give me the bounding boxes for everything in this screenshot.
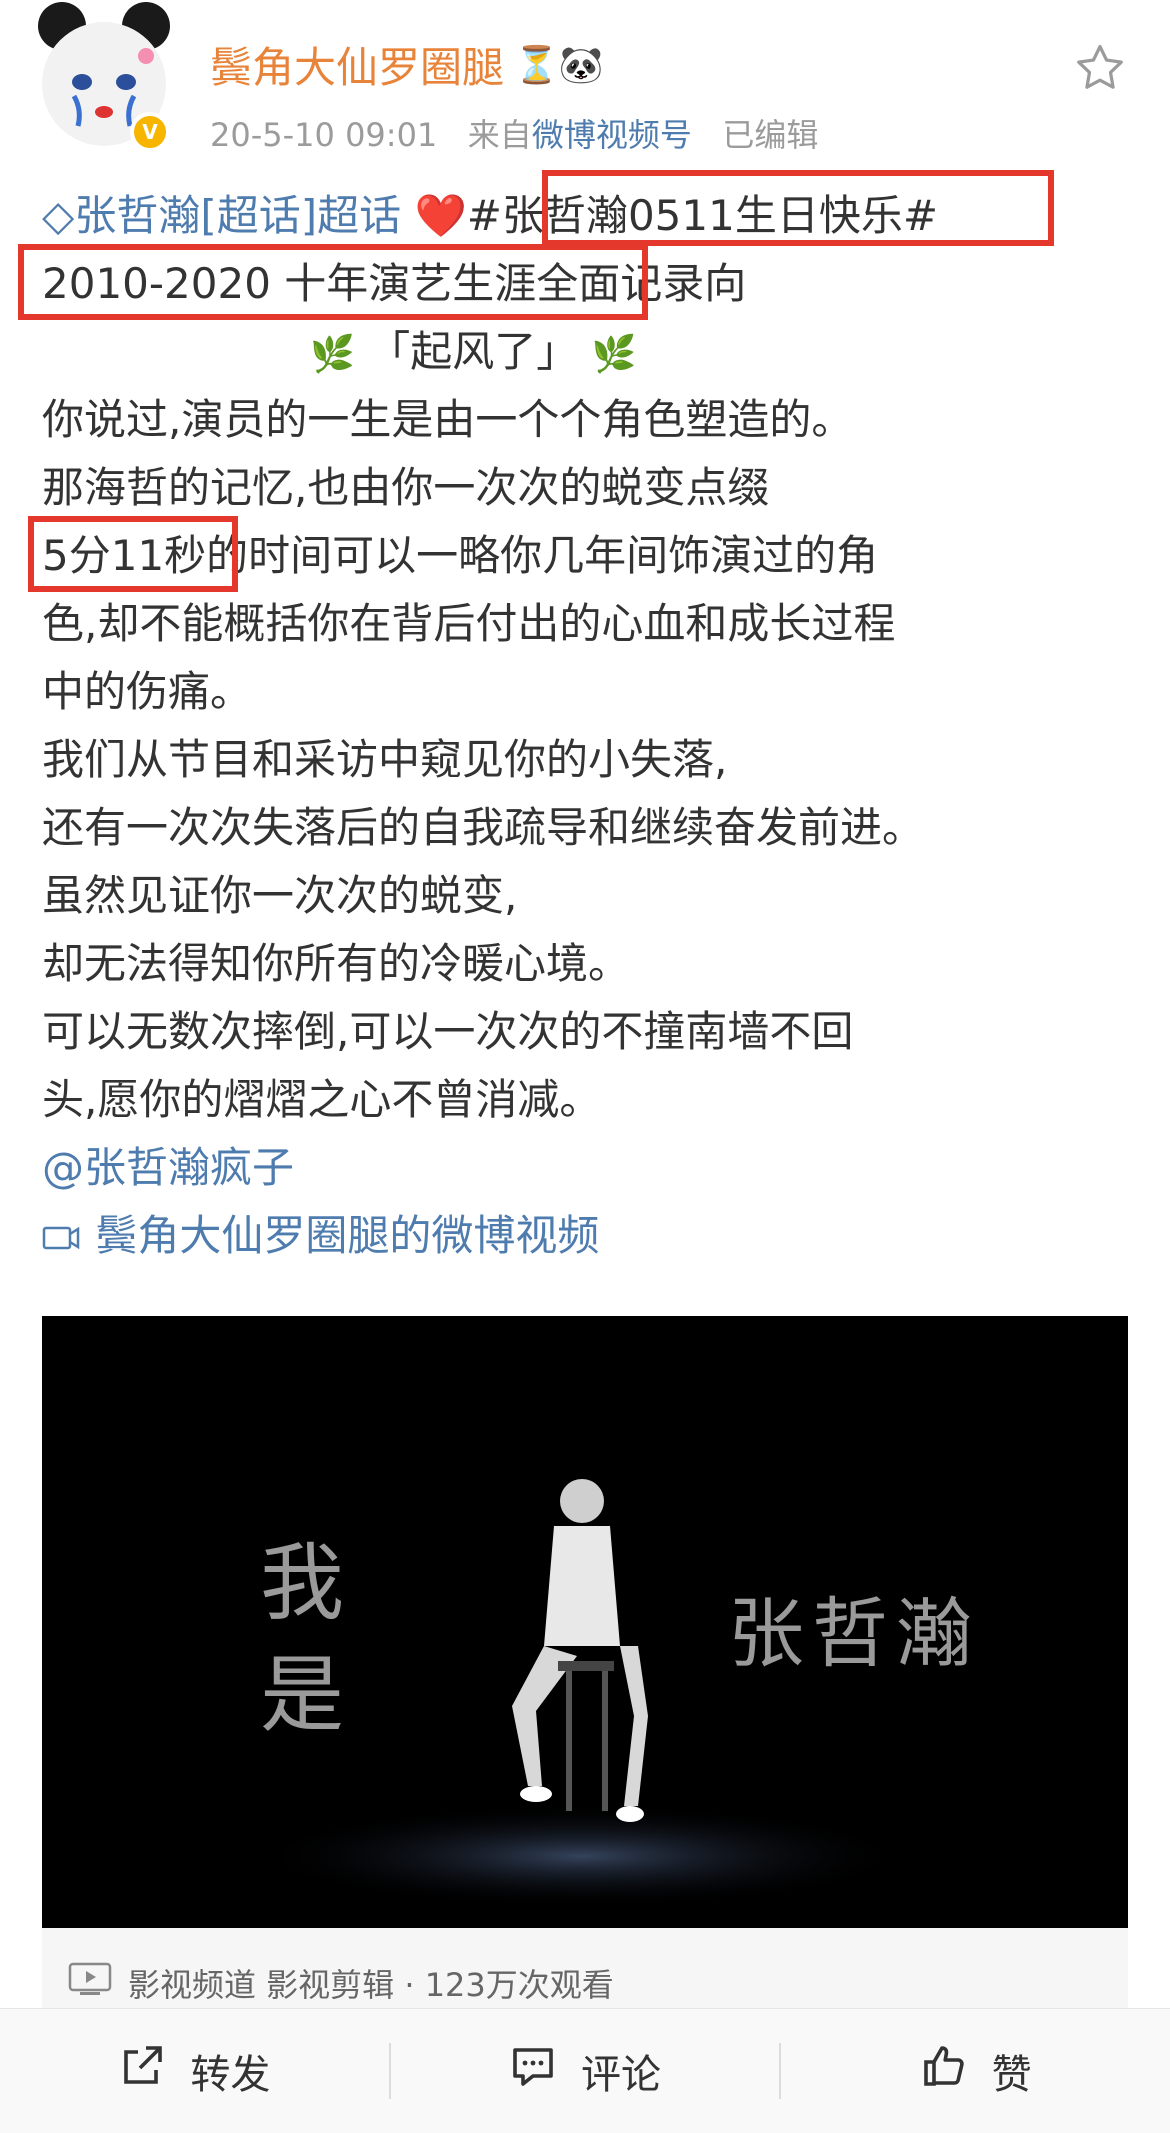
body-line-rest: 的时间可以一略你几年间饰演过的角 xyxy=(206,531,879,580)
line-song-title: 🌿 「起风了」 🌿 xyxy=(42,318,1142,386)
video-player[interactable]: 我 是 张哲瀚 xyxy=(42,1316,1128,1928)
supertopic-link[interactable]: 张哲瀚[超话]超话 xyxy=(74,191,401,240)
from-label: 来自 xyxy=(467,116,532,154)
post-body: ◇张哲瀚[超话]超话 ❤️#张哲瀚0511生日快乐# 2010-2020 十年演… xyxy=(18,170,1142,1270)
leaf-icon: 🌿 xyxy=(591,334,637,375)
video-meta-text: 影视频道 影视剪辑 · 123万次观看 xyxy=(128,1966,614,2004)
video-camera-icon xyxy=(42,1211,95,1260)
share-icon xyxy=(118,2042,166,2100)
supertopic-icon: ◇ xyxy=(42,191,75,240)
body-line: 可以无数次摔倒,可以一次次的不撞南墙不回 xyxy=(42,1007,854,1056)
line-topic: ◇张哲瀚[超话]超话 ❤️#张哲瀚0511生日快乐# xyxy=(42,170,1142,250)
play-icon xyxy=(68,1962,112,2004)
thumbs-up-icon xyxy=(920,2042,968,2100)
verified-badge: V xyxy=(130,112,170,152)
video-link-line[interactable]: 鬓角大仙罗圈腿的微博视频 xyxy=(42,1202,1142,1270)
body-line: 我们从节目和采访中窥见你的小失落, xyxy=(42,735,728,784)
body-line: 还有一次次失落后的自我疏导和继续奋发前进。 xyxy=(42,803,925,852)
body-line: 色,却不能概括你在背后付出的心血和成长过程 xyxy=(42,599,896,648)
duration-text: 5分11秒 xyxy=(42,531,207,580)
username-emojis: ⏳🐼 xyxy=(514,44,604,86)
body-line: 头,愿你的熠熠之心不曾消减。 xyxy=(42,1075,602,1124)
comment-icon xyxy=(509,2042,557,2100)
like-label: 赞 xyxy=(991,2052,1032,2098)
video-link[interactable]: 鬓角大仙罗圈腿的微博视频 xyxy=(95,1211,599,1260)
like-button[interactable]: 赞 xyxy=(781,2009,1170,2133)
action-toolbar: 转发 评论 赞 xyxy=(0,2008,1170,2133)
hashtag[interactable]: #张哲瀚0511生日快乐# xyxy=(467,191,938,240)
heart-emoji: ❤️ xyxy=(414,191,467,240)
body-line: 你说过,演员的一生是由一个个角色塑造的。 xyxy=(42,395,854,444)
post-source[interactable]: 微博视频号 xyxy=(532,116,692,154)
video-left-text-1: 我 xyxy=(260,1534,345,1632)
video-left-text-2: 是 xyxy=(260,1646,345,1744)
body-line: 虽然见证你一次次的蜕变, xyxy=(42,871,518,920)
song-title: 「起风了」 xyxy=(368,327,579,376)
mention-link[interactable]: @张哲瀚疯子 xyxy=(42,1134,1142,1202)
edited-label: 已编辑 xyxy=(722,116,819,154)
comment-label: 评论 xyxy=(581,2052,661,2098)
star-icon[interactable] xyxy=(1072,40,1128,96)
comment-button[interactable]: 评论 xyxy=(391,2009,780,2133)
post-time: 20-5-10 09:01 xyxy=(210,116,438,154)
line-subtitle: 2010-2020 十年演艺生涯全面记录向 xyxy=(18,244,1142,320)
username-text[interactable]: 鬓角大仙罗圈腿 xyxy=(210,34,504,95)
body-line: 中的伤痛。 xyxy=(42,667,253,716)
body-line: 那海哲的记忆,也由你一次次的蜕变点缀 xyxy=(42,463,770,512)
body-line-duration: 5分11秒的时间可以一略你几年间饰演过的角 xyxy=(28,516,1142,592)
subtitle-text: 2010-2020 十年演艺生涯全面记录向 xyxy=(42,259,747,308)
weibo-post-page: V 鬓角大仙罗圈腿 ⏳🐼 20-5-10 09:01 来自微博视频号 已编辑 ◇… xyxy=(0,0,1170,2133)
post-meta: 20-5-10 09:01 来自微博视频号 已编辑 xyxy=(210,110,818,156)
body-line: 却无法得知你所有的冷暖心境。 xyxy=(42,939,631,988)
repost-label: 转发 xyxy=(190,2052,271,2098)
leaf-icon: 🌿 xyxy=(310,334,355,375)
repost-button[interactable]: 转发 xyxy=(0,2009,389,2133)
video-right-text: 张哲瀚 xyxy=(728,1589,980,1678)
username[interactable]: 鬓角大仙罗圈腿 ⏳🐼 xyxy=(210,34,604,95)
